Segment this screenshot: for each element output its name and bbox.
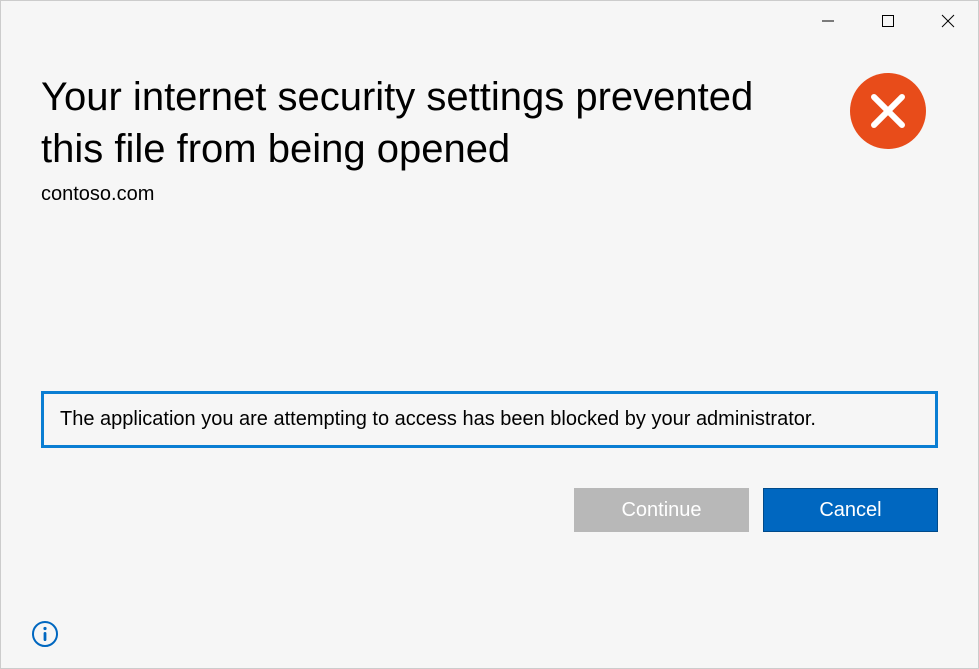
error-icon: [848, 71, 928, 151]
close-icon: [941, 14, 955, 28]
info-icon: [31, 620, 59, 648]
close-button[interactable]: [918, 1, 978, 41]
button-row: Continue Cancel: [41, 488, 938, 532]
maximize-icon: [881, 14, 895, 28]
titlebar: [1, 1, 978, 41]
message-text: The application you are attempting to ac…: [60, 408, 816, 430]
minimize-button[interactable]: [798, 1, 858, 41]
minimize-icon: [821, 14, 835, 28]
dialog-content: Your internet security settings prevente…: [1, 41, 978, 668]
maximize-button[interactable]: [858, 1, 918, 41]
info-button[interactable]: [31, 620, 59, 648]
continue-button[interactable]: Continue: [574, 488, 749, 532]
dialog-subheading: contoso.com: [41, 183, 938, 206]
dialog-heading: Your internet security settings prevente…: [41, 71, 761, 175]
message-box: The application you are attempting to ac…: [41, 391, 938, 448]
cancel-button[interactable]: Cancel: [763, 488, 938, 532]
